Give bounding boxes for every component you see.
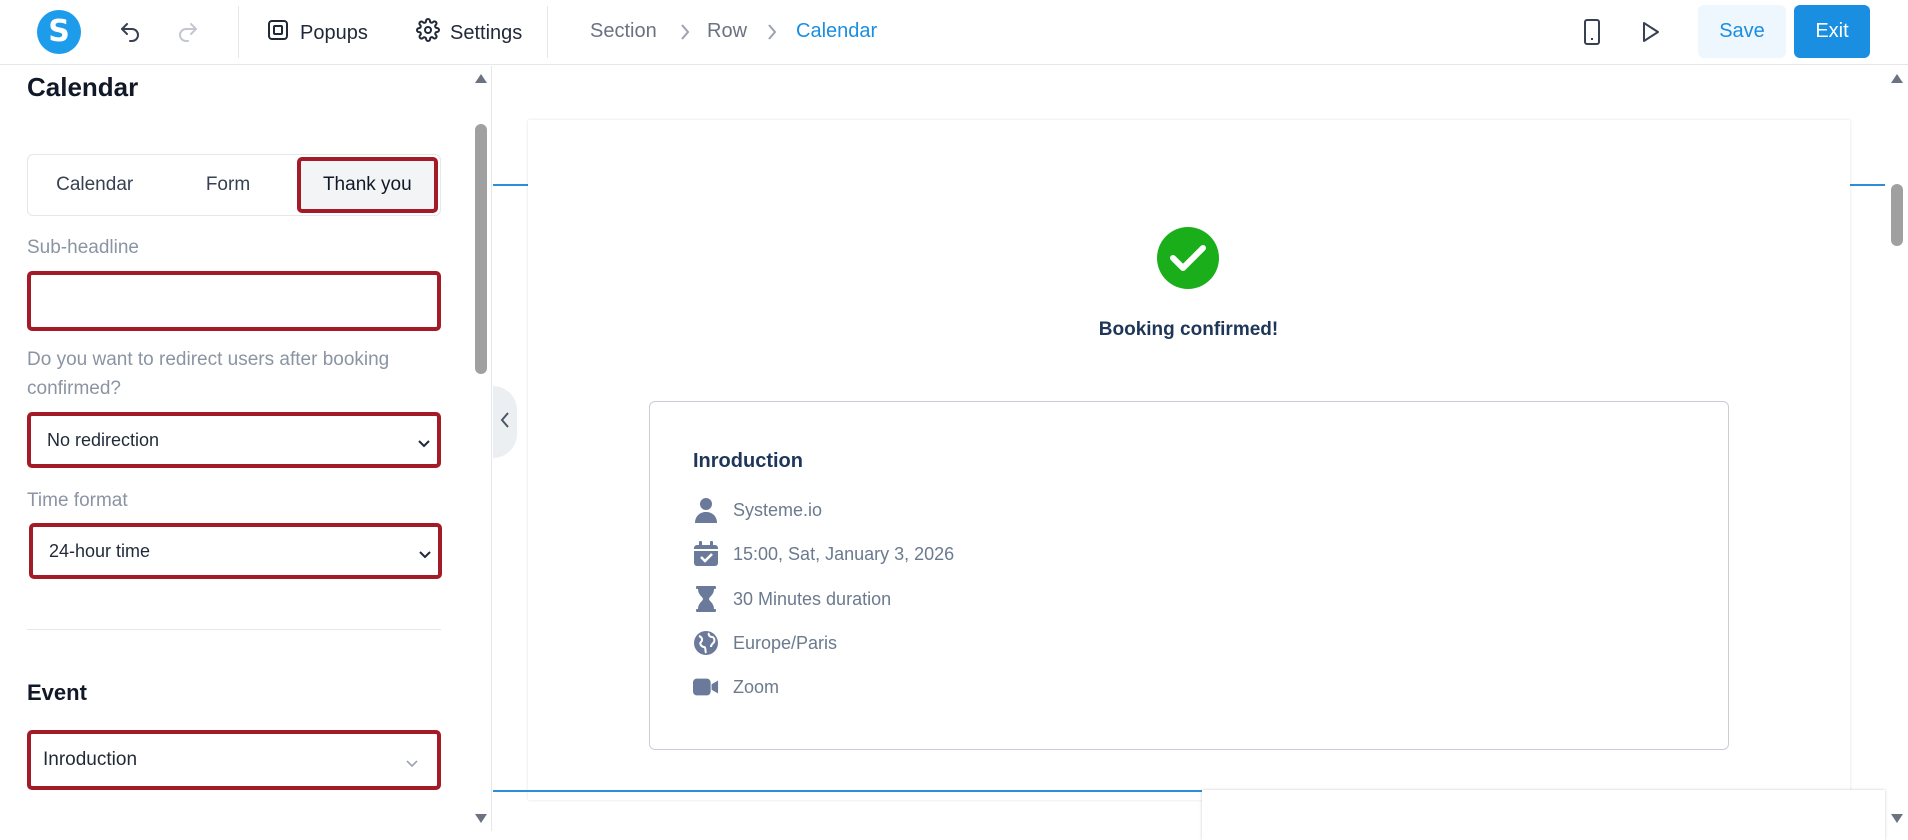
tab-form[interactable]: Form <box>161 155 294 215</box>
chevron-down-icon <box>405 754 419 776</box>
video-camera-icon <box>693 674 719 700</box>
breadcrumb-section[interactable]: Section <box>590 20 657 43</box>
redirect-select[interactable]: No redirection <box>27 412 441 468</box>
duration-row: 30 Minutes duration <box>693 586 891 612</box>
selected-element-outline-bottom <box>493 790 1203 792</box>
event-select[interactable]: Inroduction <box>27 730 441 790</box>
subheadline-input[interactable] <box>27 271 441 331</box>
panel-scroll-thumb[interactable] <box>475 124 487 374</box>
host-text: Systeme.io <box>733 499 823 520</box>
person-icon <box>693 497 719 523</box>
toolbar-separator <box>238 6 239 58</box>
mobile-preview-icon[interactable] <box>1576 16 1608 48</box>
scroll-down-arrow[interactable] <box>475 814 487 823</box>
breadcrumb-calendar[interactable]: Calendar <box>796 20 877 43</box>
panel-title: Calendar <box>27 72 139 102</box>
chevron-right-icon <box>765 22 779 47</box>
settings-label: Settings <box>450 21 523 44</box>
exit-button[interactable]: Exit <box>1794 5 1870 58</box>
time-format-label: Time format <box>27 490 128 511</box>
timezone-row: Europe/Paris <box>693 630 837 656</box>
chevron-down-icon <box>417 434 431 455</box>
toolbar-separator <box>547 6 548 58</box>
time-format-select-value: 24-hour time <box>49 540 151 561</box>
popups-button[interactable]: Popups <box>266 18 368 48</box>
popups-label: Popups <box>300 21 368 44</box>
play-preview-icon[interactable] <box>1634 16 1666 48</box>
duration-text: 30 Minutes duration <box>733 588 892 609</box>
canvas-scroll-thumb[interactable] <box>1891 184 1903 246</box>
chevron-left-icon <box>499 411 511 434</box>
top-toolbar: S Popups Settings Section Row Calendar S… <box>0 0 1908 65</box>
host-row: Systeme.io <box>693 497 822 523</box>
settings-button[interactable]: Settings <box>416 18 522 48</box>
event-select-value: Inroduction <box>43 749 138 770</box>
canvas-scroll-down-arrow[interactable] <box>1891 814 1903 823</box>
undo-icon[interactable] <box>114 16 146 48</box>
globe-icon <box>693 630 719 656</box>
calendar-check-icon <box>693 541 719 567</box>
booking-details-box: Inroduction Systeme.io 15:00, Sat, Janua… <box>649 401 1729 750</box>
subheadline-label: Sub-headline <box>27 237 139 258</box>
breadcrumb-row[interactable]: Row <box>707 20 747 43</box>
location-row: Zoom <box>693 674 779 700</box>
hourglass-icon <box>693 586 719 612</box>
check-circle-icon <box>1157 227 1219 289</box>
redirect-label: Do you want to redirect users after book… <box>27 349 390 399</box>
redo-icon[interactable] <box>172 16 204 48</box>
gear-icon <box>416 18 440 48</box>
datetime-row: 15:00, Sat, January 3, 2026 <box>693 541 954 567</box>
redirect-select-value: No redirection <box>47 429 160 450</box>
popups-icon <box>266 18 290 48</box>
scroll-up-arrow[interactable] <box>475 74 487 83</box>
time-format-select[interactable]: 24-hour time <box>29 523 442 579</box>
chevron-down-icon <box>418 545 432 566</box>
timezone-text: Europe/Paris <box>733 632 838 653</box>
settings-panel: Calendar Calendar Form Thank you Sub-hea… <box>0 66 492 831</box>
app-logo[interactable]: S <box>37 10 81 54</box>
tab-thank-you[interactable]: Thank you <box>296 157 438 213</box>
canvas-scroll-up-arrow[interactable] <box>1891 74 1903 83</box>
save-button[interactable]: Save <box>1698 5 1786 58</box>
location-text: Zoom <box>733 676 780 697</box>
next-section-block[interactable] <box>1202 790 1885 840</box>
section-divider <box>27 629 441 630</box>
booking-confirmed-text: Booking confirmed! <box>1098 319 1279 340</box>
event-title: Inroduction <box>693 450 803 472</box>
tab-calendar[interactable]: Calendar <box>28 155 161 215</box>
datetime-text: 15:00, Sat, January 3, 2026 <box>733 543 955 564</box>
chevron-right-icon <box>678 22 692 47</box>
event-section-title: Event <box>27 680 87 705</box>
tab-switcher: Calendar Form Thank you <box>27 154 441 216</box>
